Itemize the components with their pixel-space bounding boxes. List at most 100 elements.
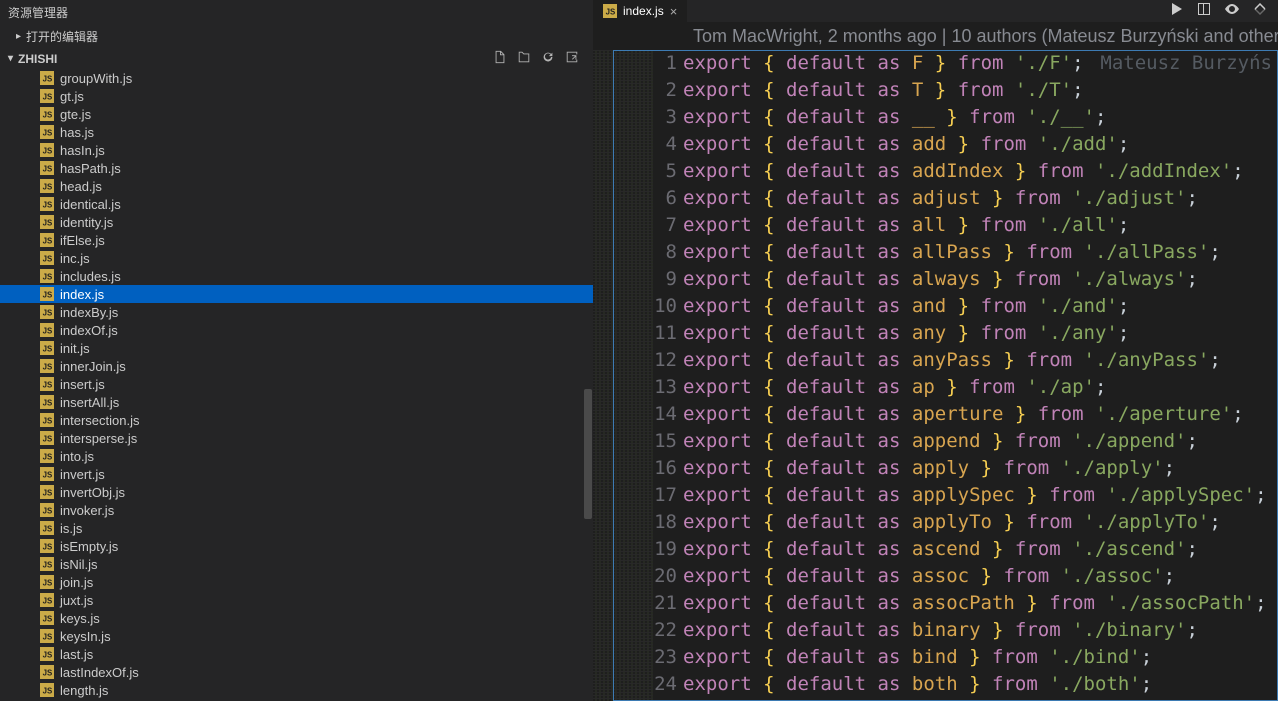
file-item[interactable]: JSinvertObj.js — [0, 483, 593, 501]
code-line[interactable]: export { default as assoc } from './asso… — [683, 563, 1278, 590]
js-icon: JS — [40, 539, 54, 553]
file-item[interactable]: JSinnerJoin.js — [0, 357, 593, 375]
file-label: includes.js — [60, 269, 121, 284]
new-file-icon[interactable] — [493, 50, 507, 67]
svg-text:JS: JS — [43, 327, 53, 336]
svg-text:JS: JS — [43, 381, 53, 390]
file-item[interactable]: JSjuxt.js — [0, 591, 593, 609]
file-item[interactable]: JS isEmpty.js — [0, 537, 593, 555]
code-line[interactable]: export { default as allPass } from './al… — [683, 239, 1278, 266]
code-line[interactable]: export { default as __ } from './__'; — [683, 104, 1278, 131]
file-item[interactable]: JS includes.js — [0, 267, 593, 285]
file-label: invert.js — [60, 467, 105, 482]
file-item[interactable]: JSindex.js — [0, 285, 593, 303]
file-label: isNil.js — [60, 557, 98, 572]
file-item[interactable]: JShas.js — [0, 123, 593, 141]
code-line[interactable]: export { default as applyTo } from './ap… — [683, 509, 1278, 536]
file-item[interactable]: JSinc.js — [0, 249, 593, 267]
file-item[interactable]: JSindexOf.js — [0, 321, 593, 339]
file-item[interactable]: JShead.js — [0, 177, 593, 195]
code-line[interactable]: export { default as addIndex } from './a… — [683, 158, 1278, 185]
minimap[interactable] — [593, 50, 653, 701]
file-item[interactable]: JSgte.js — [0, 105, 593, 123]
open-editors-section[interactable]: 打开的编辑器 — [0, 25, 593, 48]
code-line[interactable]: export { default as aperture } from './a… — [683, 401, 1278, 428]
file-label: lastIndexOf.js — [60, 665, 139, 680]
file-item[interactable]: JSlast.js — [0, 645, 593, 663]
sidebar-scrollbar[interactable] — [584, 389, 592, 519]
sidebar: 资源管理器 打开的编辑器 ZHISHI JSgroupWith.jsJSgt.j… — [0, 0, 593, 701]
collapse-icon[interactable] — [565, 50, 579, 67]
code-line[interactable]: export { default as and } from './and'; — [683, 293, 1278, 320]
file-item[interactable]: JSidentical.js — [0, 195, 593, 213]
file-label: innerJoin.js — [60, 359, 126, 374]
file-item[interactable]: JSis.js — [0, 519, 593, 537]
code-line[interactable]: export { default as anyPass } from './an… — [683, 347, 1278, 374]
file-item[interactable]: JSinto.js — [0, 447, 593, 465]
file-item[interactable]: JS lastIndexOf.js — [0, 663, 593, 681]
close-icon[interactable]: × — [670, 4, 678, 19]
file-item[interactable]: JSinsertAll.js — [0, 393, 593, 411]
code-line[interactable]: export { default as bind } from './bind'… — [683, 644, 1278, 671]
js-icon: JS — [40, 467, 54, 481]
file-item[interactable]: JShasPath.js — [0, 159, 593, 177]
js-icon: JS — [40, 485, 54, 499]
code-line[interactable]: export { default as applySpec } from './… — [683, 482, 1278, 509]
code-line[interactable]: export { default as assocPath } from './… — [683, 590, 1278, 617]
refresh-icon[interactable] — [541, 50, 555, 67]
run-icon[interactable] — [1168, 1, 1184, 22]
js-icon: JS — [40, 71, 54, 85]
file-item[interactable]: JSjoin.js — [0, 573, 593, 591]
file-item[interactable]: JSifElse.js — [0, 231, 593, 249]
file-item[interactable]: JSgroupWith.js — [0, 69, 593, 87]
code-line[interactable]: export { default as both } from './both'… — [683, 671, 1278, 698]
code-line[interactable]: export { default as add } from './add'; — [683, 131, 1278, 158]
code-line[interactable]: export { default as any } from './any'; — [683, 320, 1278, 347]
file-item[interactable]: JSinit.js — [0, 339, 593, 357]
file-item[interactable]: JSidentity.js — [0, 213, 593, 231]
folder-header[interactable]: ZHISHI — [0, 48, 593, 69]
tab-index-js[interactable]: JS index.js × — [593, 0, 687, 22]
new-folder-icon[interactable] — [517, 50, 531, 67]
svg-text:JS: JS — [43, 147, 53, 156]
code-editor[interactable]: 123456789101112131415161718192021222324 … — [593, 50, 1278, 701]
code-content[interactable]: export { default as F } from './F';expor… — [683, 50, 1278, 701]
file-list[interactable]: JSgroupWith.jsJSgt.jsJSgte.jsJShas.jsJSh… — [0, 69, 593, 701]
file-item[interactable]: JSinsert.js — [0, 375, 593, 393]
code-line[interactable]: export { default as ap } from './ap'; — [683, 374, 1278, 401]
split-editor-icon[interactable] — [1196, 1, 1212, 22]
code-line[interactable]: export { default as binary } from './bin… — [683, 617, 1278, 644]
file-label: into.js — [60, 449, 94, 464]
svg-text:JS: JS — [43, 507, 53, 516]
svg-text:JS: JS — [43, 435, 53, 444]
file-label: isEmpty.js — [60, 539, 118, 554]
code-line[interactable]: export { default as ascend } from './asc… — [683, 536, 1278, 563]
file-item[interactable]: JSgt.js — [0, 87, 593, 105]
file-item[interactable]: JSkeysIn.js — [0, 627, 593, 645]
file-item[interactable]: JSintersperse.js — [0, 429, 593, 447]
svg-text:JS: JS — [43, 669, 53, 678]
code-line[interactable]: export { default as T } from './T'; — [683, 77, 1278, 104]
code-line[interactable]: export { default as all } from './all'; — [683, 212, 1278, 239]
file-label: index.js — [60, 287, 104, 302]
svg-text:JS: JS — [43, 273, 53, 282]
svg-text:JS: JS — [43, 309, 53, 318]
js-icon: JS — [40, 323, 54, 337]
file-item[interactable]: JSisNil.js — [0, 555, 593, 573]
file-item[interactable]: JSkeys.js — [0, 609, 593, 627]
preview-icon[interactable] — [1224, 1, 1240, 22]
file-item[interactable]: JShasIn.js — [0, 141, 593, 159]
file-label: intersection.js — [60, 413, 139, 428]
file-item[interactable]: JS invert.js — [0, 465, 593, 483]
inline-blame-author: Mateusz Burzyńs — [1100, 50, 1272, 77]
file-item[interactable]: JSinvoker.js — [0, 501, 593, 519]
more-icon[interactable] — [1252, 1, 1268, 22]
file-item[interactable]: JSindexBy.js — [0, 303, 593, 321]
file-item[interactable]: JSintersection.js — [0, 411, 593, 429]
code-line[interactable]: export { default as adjust } from './adj… — [683, 185, 1278, 212]
code-line[interactable]: export { default as always } from './alw… — [683, 266, 1278, 293]
file-label: gte.js — [60, 107, 91, 122]
code-line[interactable]: export { default as apply } from './appl… — [683, 455, 1278, 482]
file-item[interactable]: JSlength.js — [0, 681, 593, 699]
code-line[interactable]: export { default as append } from './app… — [683, 428, 1278, 455]
